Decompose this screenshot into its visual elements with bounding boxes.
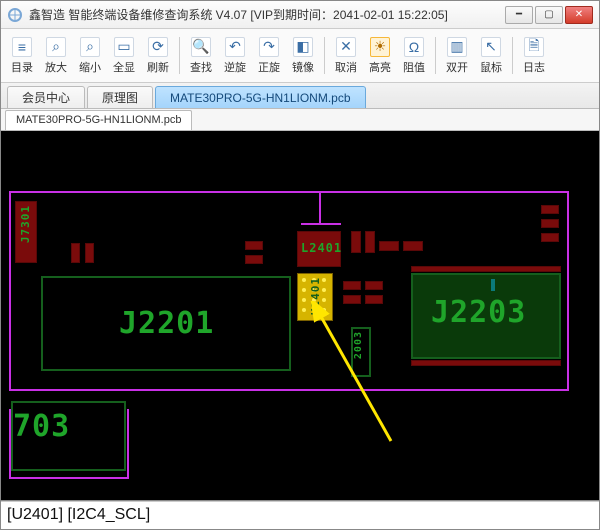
toolbar-zoom-in[interactable]: ⌕ 放大 [39, 31, 73, 80]
pad [365, 281, 383, 290]
app-icon [7, 7, 23, 23]
window-title: 鑫智造 智能终端设备维修查询系统 V4.07 [VIP到期时间：2041-02-… [29, 6, 505, 23]
cancel-icon: ✕ [336, 37, 356, 57]
window-controls: ━ ▢ ✕ [505, 6, 593, 24]
pad [85, 243, 94, 263]
label-J2201: J2201 [119, 306, 214, 341]
titlebar[interactable]: 鑫智造 智能终端设备维修查询系统 V4.07 [VIP到期时间：2041-02-… [1, 1, 599, 29]
pad [343, 281, 361, 290]
toolbar-separator [179, 37, 180, 74]
cursor-icon: ↖ [481, 37, 501, 57]
log-icon: 🗎 [524, 37, 544, 57]
label-2003: 2003 [353, 331, 364, 359]
dual-icon: ▥ [447, 37, 467, 57]
toolbar-rotate-cw[interactable]: ↷ 正旋 [252, 31, 286, 80]
toolbar-label: 全显 [113, 59, 135, 75]
pad [245, 255, 263, 264]
label-L2401: L2401 [301, 241, 342, 255]
toolbar-label: 镜像 [292, 59, 314, 75]
tab-pcb-file[interactable]: MATE30PRO-5G-HN1LIONM.pcb [155, 86, 366, 108]
pad [541, 233, 559, 242]
pad [403, 241, 423, 251]
label-J7301: J7301 [19, 205, 32, 243]
zoom-out-icon: ⌕ [80, 37, 100, 57]
toolbar-label: 查找 [190, 59, 212, 75]
toolbar-find[interactable]: 🔍 查找 [184, 31, 218, 80]
fit-icon: ▭ [114, 37, 134, 57]
toolbar-separator [324, 37, 325, 74]
toolbar-cancel[interactable]: ✕ 取消 [329, 31, 363, 80]
board-outline [301, 223, 341, 225]
toolbar-cursor[interactable]: ↖ 鼠标 [474, 31, 508, 80]
pcb-canvas[interactable]: J2201 J2203 703 J7301 L2401 U2401 [1, 131, 599, 501]
zoom-in-icon: ⌕ [46, 37, 66, 57]
close-button[interactable]: ✕ [565, 6, 593, 24]
toolbar-label: 缩小 [79, 59, 101, 75]
toolbar-fit-all[interactable]: ▭ 全显 [107, 31, 141, 80]
pad-row [411, 266, 561, 272]
pad [71, 243, 80, 263]
search-icon: 🔍 [191, 37, 211, 57]
pad-teal [491, 279, 495, 291]
toolbar-refresh[interactable]: ⟳ 刷新 [141, 31, 175, 80]
rotate-cw-icon: ↷ [259, 37, 279, 57]
toolbar-label: 逆旋 [224, 59, 246, 75]
file-tabs: MATE30PRO-5G-HN1LIONM.pcb [1, 109, 599, 131]
toolbar-mirror[interactable]: ◧ 镜像 [286, 31, 320, 80]
board-outline [319, 191, 321, 223]
pad-row [411, 360, 561, 366]
minimize-button[interactable]: ━ [505, 6, 533, 24]
toolbar-catalog[interactable]: ≡ 目录 [5, 31, 39, 80]
mirror-icon: ◧ [293, 37, 313, 57]
pad [245, 241, 263, 250]
rotate-ccw-icon: ↶ [225, 37, 245, 57]
toolbar-label: 正旋 [258, 59, 280, 75]
status-bar: [U2401] [I2C4_SCL] [1, 501, 599, 527]
toolbar-separator [512, 37, 513, 74]
pad [351, 231, 361, 253]
pad [365, 295, 383, 304]
toolbar-dual-open[interactable]: ▥ 双开 [440, 31, 474, 80]
pad [541, 219, 559, 228]
status-text: [U2401] [I2C4_SCL] [7, 506, 150, 524]
resistance-icon: Ω [404, 37, 424, 57]
pad [365, 231, 375, 253]
toolbar-label: 刷新 [147, 59, 169, 75]
highlight-icon: ☀ [370, 37, 390, 57]
toolbar-label: 双开 [446, 59, 468, 75]
list-icon: ≡ [12, 37, 32, 57]
toolbar-label: 日志 [523, 59, 545, 75]
pad [541, 205, 559, 214]
toolbar-label: 阻值 [403, 59, 425, 75]
toolbar-separator [435, 37, 436, 74]
pad [343, 295, 361, 304]
tab-schematic[interactable]: 原理图 [87, 86, 153, 108]
toolbar: ≡目录 ⌕放大 ⌕缩小 ▭全显 ⟳刷新 🔍查找 ↶逆旋 ↷正旋 ◧镜像 ✕取消 … [1, 29, 599, 83]
toolbar-label: 取消 [335, 59, 357, 75]
toolbar-rotate-ccw[interactable]: ↶ 逆旋 [218, 31, 252, 80]
toolbar-label: 放大 [45, 59, 67, 75]
pad [379, 241, 399, 251]
refresh-icon: ⟳ [148, 37, 168, 57]
maximize-button[interactable]: ▢ [535, 6, 563, 24]
tab-member-center[interactable]: 会员中心 [7, 86, 85, 108]
toolbar-highlight[interactable]: ☀ 高亮 [363, 31, 397, 80]
toolbar-zoom-out[interactable]: ⌕ 缩小 [73, 31, 107, 80]
toolbar-log[interactable]: 🗎 日志 [517, 31, 551, 80]
toolbar-resistance[interactable]: Ω 阻值 [397, 31, 431, 80]
label-U2401: U2401 [309, 277, 322, 315]
toolbar-label: 鼠标 [480, 59, 502, 75]
main-tabs: 会员中心 原理图 MATE30PRO-5G-HN1LIONM.pcb [1, 83, 599, 109]
app-window: 鑫智造 智能终端设备维修查询系统 V4.07 [VIP到期时间：2041-02-… [0, 0, 600, 530]
toolbar-label: 目录 [11, 59, 33, 75]
label-J2203: J2203 [431, 295, 526, 330]
file-tab-active[interactable]: MATE30PRO-5G-HN1LIONM.pcb [5, 110, 192, 130]
component-703[interactable] [11, 401, 126, 471]
toolbar-label: 高亮 [369, 59, 391, 75]
